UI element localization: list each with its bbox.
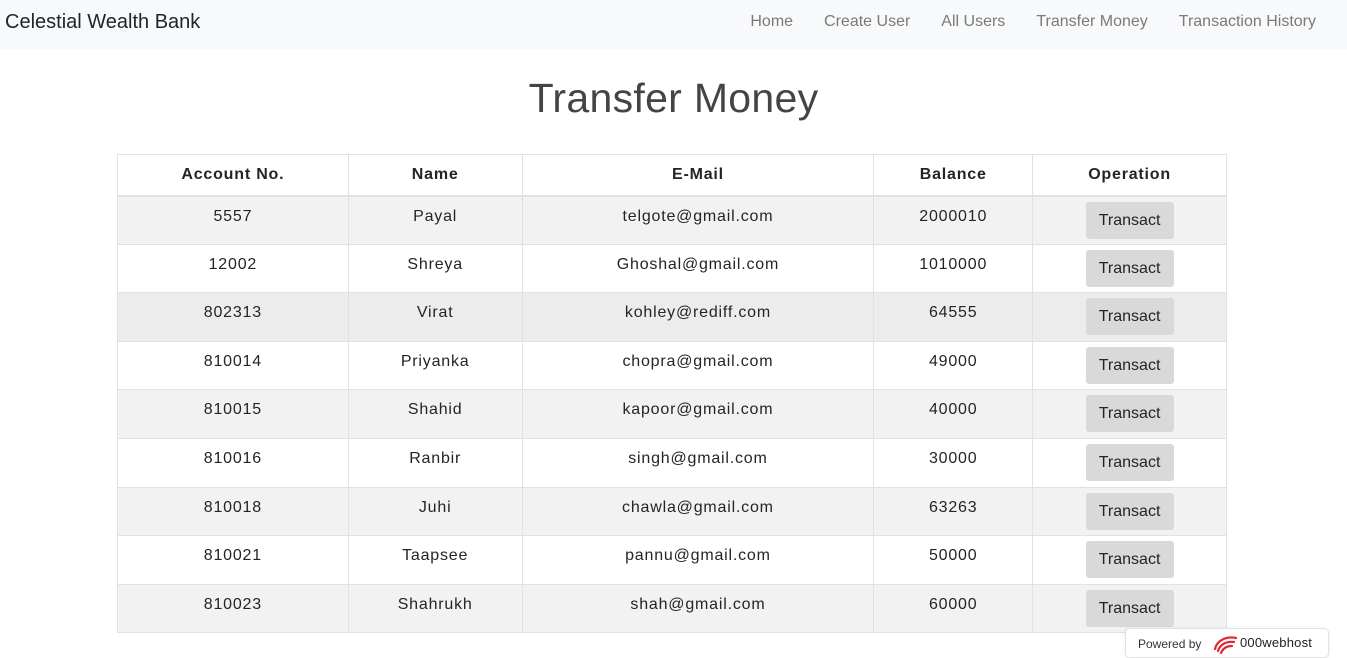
cell-balance: 40000 [873,389,1034,439]
cell-operation: Transact [1032,243,1227,294]
cell-account: 810016 [117,437,349,488]
table-header-row: Account No. Name E-Mail Balance Operatio… [117,154,1227,197]
nav-item-create-user[interactable]: Create User [809,12,926,32]
cell-operation: Transact [1032,535,1227,585]
cell-name: Juhi [347,486,523,537]
cell-operation: Transact [1032,340,1227,391]
cell-name: Shreya [347,243,523,294]
cell-account: 802313 [117,292,349,342]
cell-account: 810021 [117,535,349,585]
table-body: 5557 Payal telgote@gmail.com 2000010 Tra… [117,195,1227,634]
table-row: 810015 Shahid kapoor@gmail.com 40000 Tra… [117,389,1227,439]
transact-button[interactable]: Transact [1085,443,1174,481]
cell-name: Shahrukh [347,583,523,634]
powered-by-label: Powered by [1138,637,1202,651]
table-row: 810018 Juhi chawla@gmail.com 63263 Trans… [117,486,1227,537]
cell-name: Ranbir [347,437,523,488]
users-table: Account No. Name E-Mail Balance Operatio… [117,154,1227,634]
table-row: 12002 Shreya Ghoshal@gmail.com 1010000 T… [117,243,1227,294]
cell-balance: 50000 [873,535,1034,585]
nav-item-all-users[interactable]: All Users [926,12,1021,32]
column-header-name: Name [347,154,523,197]
cell-balance: 64555 [873,292,1034,342]
table-row: 810023 Shahrukh shah@gmail.com 60000 Tra… [117,583,1227,634]
cell-account: 810023 [117,583,349,634]
host-name: 000webhost [1240,635,1313,650]
table-row: 810021 Taapsee pannu@gmail.com 50000 Tra… [117,535,1227,585]
nav-item-home[interactable]: Home [735,12,809,32]
nav-item-transfer-money[interactable]: Transfer Money [1021,12,1163,32]
nav-item-transaction-history[interactable]: Transaction History [1163,12,1331,32]
cell-operation: Transact [1032,486,1227,537]
cell-balance: 1010000 [873,243,1034,294]
page-title: Transfer Money [528,75,819,121]
cell-account: 810015 [117,389,349,439]
powered-by-badge[interactable]: Powered by 000webhost [1125,628,1329,658]
cell-email: chopra@gmail.com [521,340,875,391]
table-row: 802313 Virat kohley@rediff.com 64555 Tra… [117,292,1227,342]
column-header-operation: Operation [1032,154,1227,197]
transact-button[interactable]: Transact [1085,249,1174,287]
cell-email: pannu@gmail.com [521,535,875,585]
transact-button[interactable]: Transact [1085,346,1174,384]
transact-button[interactable]: Transact [1085,492,1174,530]
cell-email: kohley@rediff.com [521,292,875,342]
brand-link[interactable]: Celestial Wealth Bank [5,11,200,33]
cell-email: chawla@gmail.com [521,486,875,537]
transact-button[interactable]: Transact [1085,541,1174,579]
cell-email: shah@gmail.com [521,583,875,634]
cell-operation: Transact [1032,195,1227,245]
cell-email: singh@gmail.com [521,437,875,488]
cell-operation: Transact [1032,437,1227,488]
cell-balance: 49000 [873,340,1034,391]
cell-account: 12002 [117,243,349,294]
cell-name: Virat [347,292,523,342]
table-row: 810016 Ranbir singh@gmail.com 30000 Tran… [117,437,1227,488]
transact-button[interactable]: Transact [1085,201,1174,239]
cell-balance: 63263 [873,486,1034,537]
table-header: Account No. Name E-Mail Balance Operatio… [117,154,1227,197]
cell-balance: 2000010 [873,195,1034,245]
table-row: 5557 Payal telgote@gmail.com 2000010 Tra… [117,195,1227,245]
cell-email: Ghoshal@gmail.com [521,243,875,294]
cell-email: telgote@gmail.com [521,195,875,245]
cell-operation: Transact [1032,292,1227,342]
table-row: 810014 Priyanka chopra@gmail.com 49000 T… [117,340,1227,391]
transact-button[interactable]: Transact [1085,589,1174,627]
cell-balance: 60000 [873,583,1034,634]
column-header-account: Account No. [117,154,349,197]
column-header-email: E-Mail [521,154,875,197]
column-header-balance: Balance [873,154,1034,197]
cell-name: Payal [347,195,523,245]
nav-links: Home Create User All Users Transfer Mone… [735,12,1331,32]
cell-balance: 30000 [873,437,1034,488]
cell-account: 810018 [117,486,349,537]
cell-name: Taapsee [347,535,523,585]
cell-account: 810014 [117,340,349,391]
cell-name: Shahid [347,389,523,439]
navbar: Celestial Wealth Bank Home Create User A… [0,0,1347,49]
cell-name: Priyanka [347,340,523,391]
cell-account: 5557 [117,195,349,245]
transact-button[interactable]: Transact [1085,298,1174,336]
cell-operation: Transact [1032,583,1227,634]
cell-operation: Transact [1032,389,1227,439]
cell-email: kapoor@gmail.com [521,389,875,439]
transact-button[interactable]: Transact [1085,395,1174,433]
